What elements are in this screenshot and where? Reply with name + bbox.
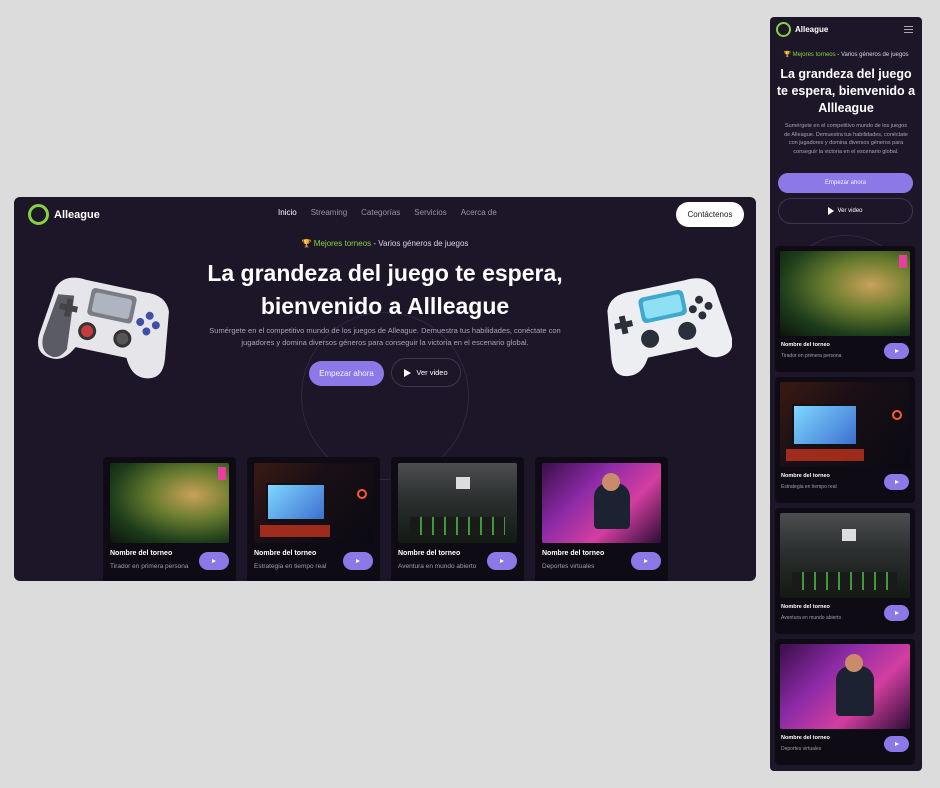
mobile-preview: Alleague 🏆 Mejores torneos - Varios géne…: [770, 17, 922, 771]
card-subtitle: Tirador en primera persona: [110, 563, 189, 570]
play-icon: [894, 480, 899, 484]
card-subtitle: Aventura en mundo abierto: [398, 563, 477, 570]
card-title: Nombre del torneo: [542, 550, 605, 557]
tagline-highlight: Mejores torneos: [792, 52, 836, 58]
card-image: [780, 382, 910, 467]
card-image: [110, 463, 229, 543]
nav-item-servicios[interactable]: Servicios: [414, 208, 446, 217]
logo-text: Alleague: [54, 208, 100, 221]
tournament-cards: Nombre del torneo Tirador en primera per…: [103, 457, 668, 581]
card-title: Nombre del torneo: [781, 342, 830, 348]
main-nav: Inicio Streaming Categorías Servicios Ac…: [278, 208, 497, 217]
card-play-button[interactable]: [487, 552, 517, 570]
hero-title: La grandeza del juego te espera, bienven…: [207, 260, 563, 319]
card-subtitle: Estrategia en tiempo real: [254, 563, 327, 570]
card-title: Nombre del torneo: [781, 473, 830, 479]
card-title: Nombre del torneo: [398, 550, 461, 557]
watch-video-label: Ver video: [837, 208, 863, 214]
card-subtitle: Deportes virtuales: [542, 563, 595, 570]
trophy-icon: 🏆: [783, 52, 791, 58]
play-icon: [212, 559, 216, 563]
gamepad-right-image: [607, 278, 732, 377]
card-subtitle: Estrategia en tiempo real: [781, 484, 837, 490]
nav-item-categorias[interactable]: Categorías: [361, 208, 400, 217]
logo-ring-icon: [776, 22, 791, 37]
logo-ring-icon: [28, 204, 49, 225]
card-image: [780, 513, 910, 598]
watch-video-label: Ver video: [416, 368, 448, 377]
desktop-preview: Alleague Inicio Streaming Categorías Ser…: [14, 197, 756, 581]
play-icon: [644, 559, 648, 563]
card-title: Nombre del torneo: [254, 550, 317, 557]
tagline-rest: - Varios géneros de juegos: [371, 239, 469, 248]
watch-video-button[interactable]: Ver video: [391, 358, 461, 387]
card-play-button[interactable]: [884, 605, 909, 621]
play-icon: [404, 368, 412, 377]
hero-description: Sumérgete en el competitivo mundo de los…: [784, 123, 908, 155]
card-play-button[interactable]: [884, 474, 909, 490]
tournament-card[interactable]: Nombre del torneo Deportes virtuales: [775, 639, 915, 765]
card-image: [398, 463, 517, 543]
card-image: [254, 463, 373, 543]
card-title: Nombre del torneo: [110, 550, 173, 557]
hero-description: Sumérgete en el competitivo mundo de los…: [209, 326, 561, 347]
play-icon: [894, 611, 899, 615]
card-play-button[interactable]: [884, 343, 909, 359]
tournament-card[interactable]: Nombre del torneo Deportes virtuales: [535, 457, 668, 581]
play-icon: [894, 742, 899, 746]
tournament-card[interactable]: Nombre del torneo Tirador en primera per…: [103, 457, 236, 581]
tagline-rest: - Varios géneros de juegos: [835, 52, 909, 58]
hero-tagline: 🏆 Mejores torneos - Varios géneros de ju…: [770, 51, 922, 58]
card-title: Nombre del torneo: [781, 604, 830, 610]
logo[interactable]: Alleague: [28, 204, 100, 225]
tournament-cards: Nombre del torneo Tirador en primera per…: [775, 246, 915, 765]
trophy-icon: 🏆: [301, 239, 312, 248]
card-subtitle: Deportes virtuales: [781, 746, 822, 752]
tournament-card[interactable]: Nombre del torneo Estrategia en tiempo r…: [775, 377, 915, 503]
card-image: [780, 251, 910, 336]
play-icon: [356, 559, 360, 563]
card-play-button[interactable]: [884, 736, 909, 752]
hero-tagline: 🏆 Mejores torneos - Varios géneros de ju…: [14, 239, 756, 248]
hero-title: La grandeza del juego te espera, bienven…: [776, 67, 916, 115]
watch-video-button[interactable]: Ver video: [778, 198, 913, 224]
card-subtitle: Aventura en mundo abierto: [781, 615, 842, 621]
start-now-button[interactable]: Empezar ahora: [309, 361, 384, 386]
start-now-button[interactable]: Empezar ahora: [778, 173, 913, 193]
nav-item-streaming[interactable]: Streaming: [311, 208, 347, 217]
card-image: [780, 644, 910, 729]
tournament-card[interactable]: Nombre del torneo Aventura en mundo abie…: [775, 508, 915, 634]
gamepad-left-image: [38, 277, 169, 379]
card-play-button[interactable]: [199, 552, 229, 570]
card-image: [542, 463, 661, 543]
logo-text: Alleague: [795, 25, 829, 34]
card-play-button[interactable]: [343, 552, 373, 570]
card-subtitle: Tirador en primera persona: [781, 353, 842, 359]
hamburger-menu-icon[interactable]: [904, 26, 913, 33]
contact-button[interactable]: Contáctenos: [676, 202, 744, 227]
play-icon: [828, 207, 835, 215]
tournament-card[interactable]: Nombre del torneo Tirador en primera per…: [775, 246, 915, 372]
tagline-highlight: Mejores torneos: [313, 239, 372, 248]
nav-item-inicio[interactable]: Inicio: [278, 208, 297, 217]
tournament-card[interactable]: Nombre del torneo Aventura en mundo abie…: [391, 457, 524, 581]
nav-item-acerca[interactable]: Acerca de: [461, 208, 497, 217]
play-icon: [500, 559, 504, 563]
play-icon: [894, 349, 899, 353]
logo[interactable]: Alleague: [776, 22, 828, 37]
card-play-button[interactable]: [631, 552, 661, 570]
tournament-card[interactable]: Nombre del torneo Estrategia en tiempo r…: [247, 457, 380, 581]
card-title: Nombre del torneo: [781, 735, 830, 741]
